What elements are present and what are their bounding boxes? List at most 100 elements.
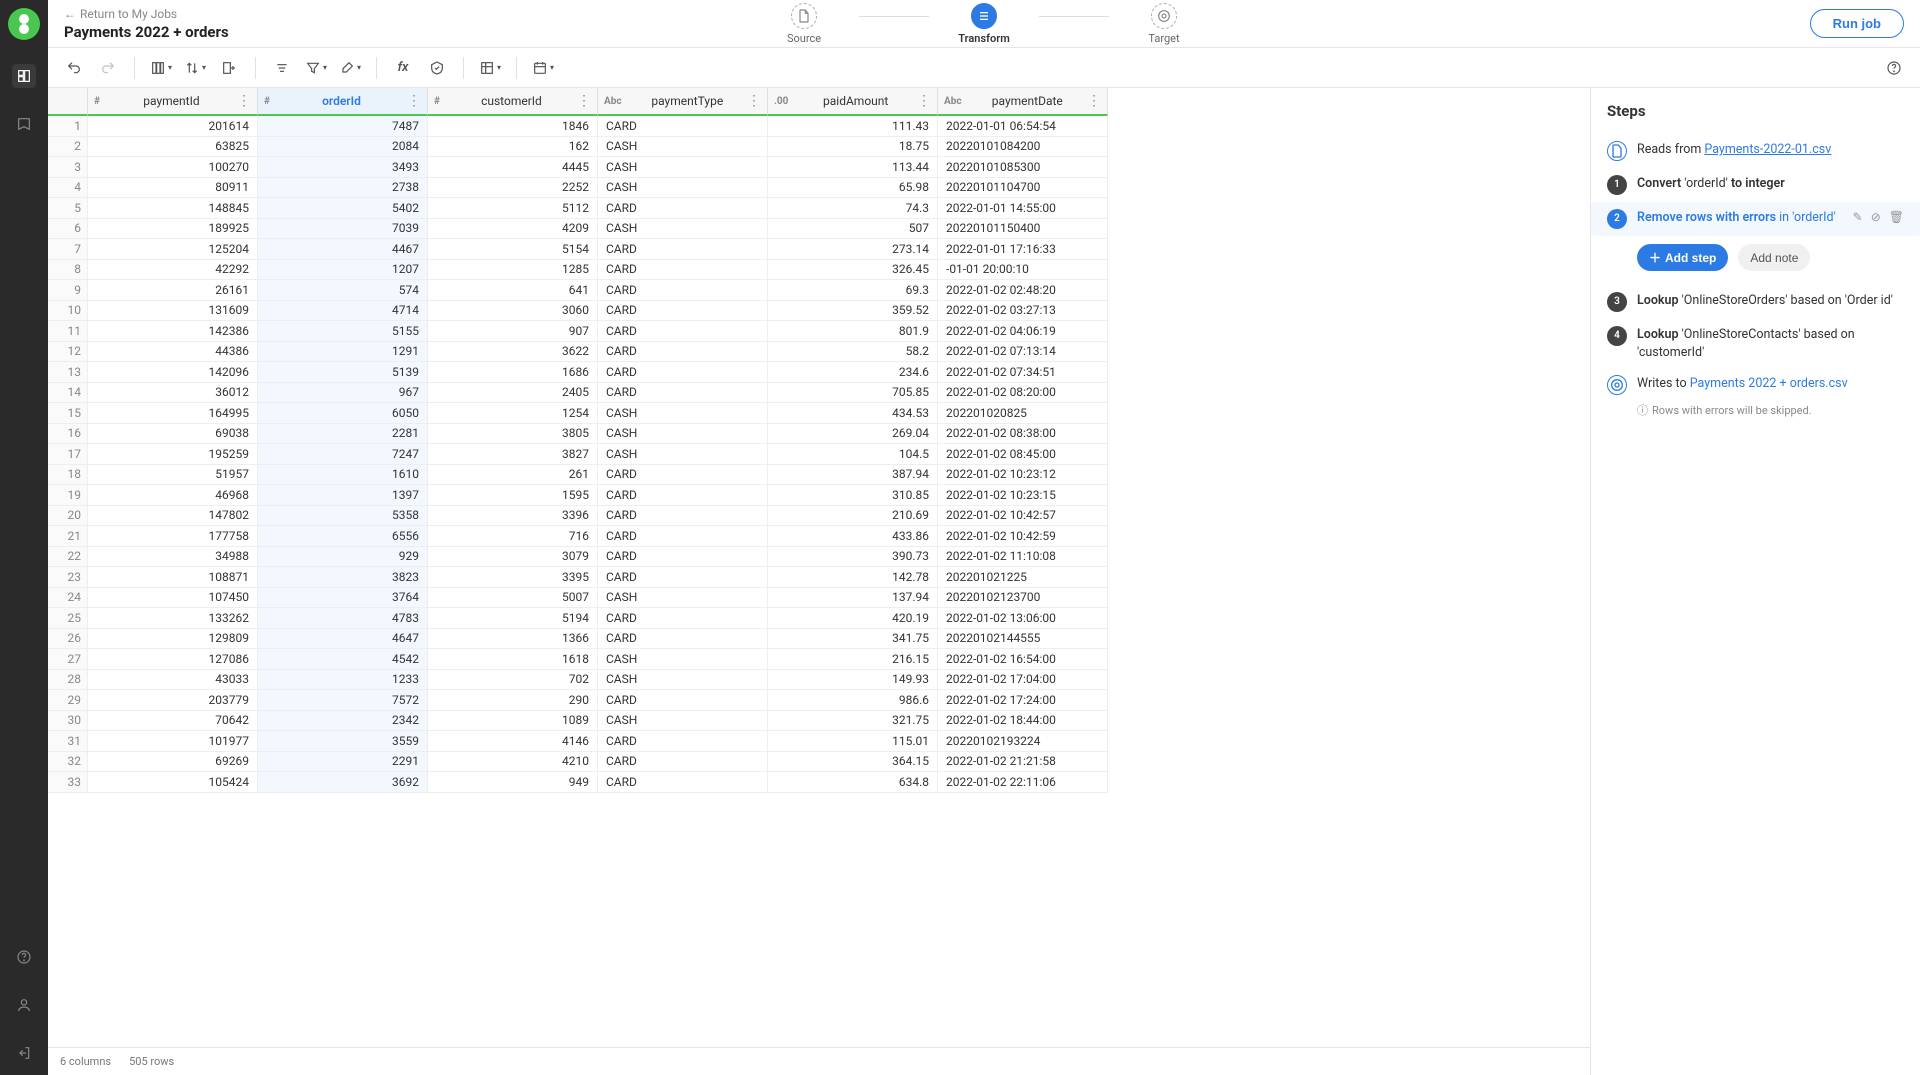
cell[interactable]: 216.15 <box>768 649 938 670</box>
columns-button[interactable]: ▾ <box>147 54 175 82</box>
cell[interactable]: 3079 <box>428 547 598 568</box>
cell[interactable]: 1291 <box>258 342 428 363</box>
cell[interactable]: 234.6 <box>768 362 938 383</box>
cell[interactable]: 1846 <box>428 116 598 137</box>
cell[interactable]: 2022-01-02 18:44:00 <box>938 711 1108 732</box>
cell[interactable]: 189925 <box>88 219 258 240</box>
run-job-button[interactable]: Run job <box>1810 9 1904 38</box>
group-button[interactable]: ▾ <box>476 54 504 82</box>
grid-wrap[interactable]: #paymentId⋮#orderId⋮#customerId⋮Abcpayme… <box>48 88 1590 1075</box>
cell[interactable]: 69.3 <box>768 280 938 301</box>
cell[interactable]: CASH <box>598 649 768 670</box>
cell[interactable]: 5194 <box>428 608 598 629</box>
cell[interactable]: 2022-01-02 22:11:06 <box>938 772 1108 793</box>
cell[interactable]: 44386 <box>88 342 258 363</box>
cell[interactable]: CASH <box>598 157 768 178</box>
cell[interactable]: 949 <box>428 772 598 793</box>
filter-rows-button[interactable] <box>268 54 296 82</box>
cell[interactable]: 108871 <box>88 567 258 588</box>
cell[interactable]: CARD <box>598 772 768 793</box>
cell[interactable]: 149.93 <box>768 670 938 691</box>
cell[interactable]: 131609 <box>88 301 258 322</box>
cell[interactable]: 907 <box>428 321 598 342</box>
cell[interactable]: CARD <box>598 198 768 219</box>
cell[interactable]: 364.15 <box>768 752 938 773</box>
cell[interactable]: 290 <box>428 690 598 711</box>
column-menu-icon[interactable]: ⋮ <box>747 93 761 109</box>
cell[interactable]: 5402 <box>258 198 428 219</box>
cell[interactable]: 1285 <box>428 260 598 281</box>
cell[interactable]: 1595 <box>428 485 598 506</box>
cell[interactable]: 20220101085300 <box>938 157 1108 178</box>
cell[interactable]: CARD <box>598 383 768 404</box>
cell[interactable]: 273.14 <box>768 239 938 260</box>
cell[interactable]: 2022-01-01 06:54:54 <box>938 116 1108 137</box>
cell[interactable]: 634.8 <box>768 772 938 793</box>
cell[interactable]: 507 <box>768 219 938 240</box>
cell[interactable]: 574 <box>258 280 428 301</box>
date-button[interactable]: ▾ <box>529 54 557 82</box>
cell[interactable]: 46968 <box>88 485 258 506</box>
cell[interactable]: 70642 <box>88 711 258 732</box>
cell[interactable]: CARD <box>598 629 768 650</box>
help-toolbar-icon[interactable] <box>1880 54 1908 82</box>
cell[interactable]: CARD <box>598 465 768 486</box>
cell[interactable]: CARD <box>598 608 768 629</box>
cell[interactable]: 129809 <box>88 629 258 650</box>
cell[interactable]: 2022-01-02 08:38:00 <box>938 424 1108 445</box>
cell[interactable]: 201614 <box>88 116 258 137</box>
cell[interactable]: 801.9 <box>768 321 938 342</box>
cell[interactable]: CARD <box>598 547 768 568</box>
column-menu-icon[interactable]: ⋮ <box>577 93 591 109</box>
cell[interactable]: 137.94 <box>768 588 938 609</box>
column-header-customerId[interactable]: #customerId⋮ <box>428 88 598 116</box>
cell[interactable]: 142386 <box>88 321 258 342</box>
cell[interactable]: 2022-01-02 04:06:19 <box>938 321 1108 342</box>
step-writes[interactable]: Writes to Payments 2022 + orders.csv <box>1607 368 1904 402</box>
cell[interactable]: 2022-01-01 17:16:33 <box>938 239 1108 260</box>
cell[interactable]: -01-01 20:00:10 <box>938 260 1108 281</box>
cell[interactable]: CASH <box>598 403 768 424</box>
cell[interactable]: CARD <box>598 260 768 281</box>
cell[interactable]: 7247 <box>258 444 428 465</box>
cell[interactable]: 113.44 <box>768 157 938 178</box>
cell[interactable]: 142.78 <box>768 567 938 588</box>
column-header-orderId[interactable]: #orderId⋮ <box>258 88 428 116</box>
cell[interactable]: CARD <box>598 280 768 301</box>
cell[interactable]: 967 <box>258 383 428 404</box>
cell[interactable]: 5112 <box>428 198 598 219</box>
cell[interactable]: 4146 <box>428 731 598 752</box>
cell[interactable]: 986.6 <box>768 690 938 711</box>
cell[interactable]: 2022-01-02 13:06:00 <box>938 608 1108 629</box>
cell[interactable]: 20220101150400 <box>938 219 1108 240</box>
cell[interactable]: 2022-01-02 07:34:51 <box>938 362 1108 383</box>
cell[interactable]: 203779 <box>88 690 258 711</box>
cell[interactable]: 80911 <box>88 178 258 199</box>
cell[interactable]: 4714 <box>258 301 428 322</box>
cell[interactable]: 2738 <box>258 178 428 199</box>
cell[interactable]: 3060 <box>428 301 598 322</box>
cell[interactable]: 2084 <box>258 137 428 158</box>
cell[interactable]: 4445 <box>428 157 598 178</box>
cell[interactable]: 4783 <box>258 608 428 629</box>
column-header-paymentDate[interactable]: AbcpaymentDate⋮ <box>938 88 1108 116</box>
cell[interactable]: 1254 <box>428 403 598 424</box>
cell[interactable]: 34988 <box>88 547 258 568</box>
source-file-link[interactable]: Payments-2022-01.csv <box>1704 142 1831 157</box>
cell[interactable]: 6050 <box>258 403 428 424</box>
edit-step-icon[interactable]: ✎ <box>1853 209 1863 226</box>
column-menu-icon[interactable]: ⋮ <box>917 93 931 109</box>
cell[interactable]: 3764 <box>258 588 428 609</box>
cell[interactable]: CARD <box>598 752 768 773</box>
cell[interactable]: 4542 <box>258 649 428 670</box>
stepper-target[interactable]: Target <box>1109 3 1219 45</box>
cell[interactable]: CARD <box>598 362 768 383</box>
cell[interactable]: 6556 <box>258 526 428 547</box>
column-menu-icon[interactable]: ⋮ <box>237 93 251 109</box>
cell[interactable]: 20220102193224 <box>938 731 1108 752</box>
cell[interactable]: 148845 <box>88 198 258 219</box>
cell[interactable]: 7039 <box>258 219 428 240</box>
logout-icon[interactable] <box>12 1041 36 1065</box>
cell[interactable]: 125204 <box>88 239 258 260</box>
cell[interactable]: 162 <box>428 137 598 158</box>
